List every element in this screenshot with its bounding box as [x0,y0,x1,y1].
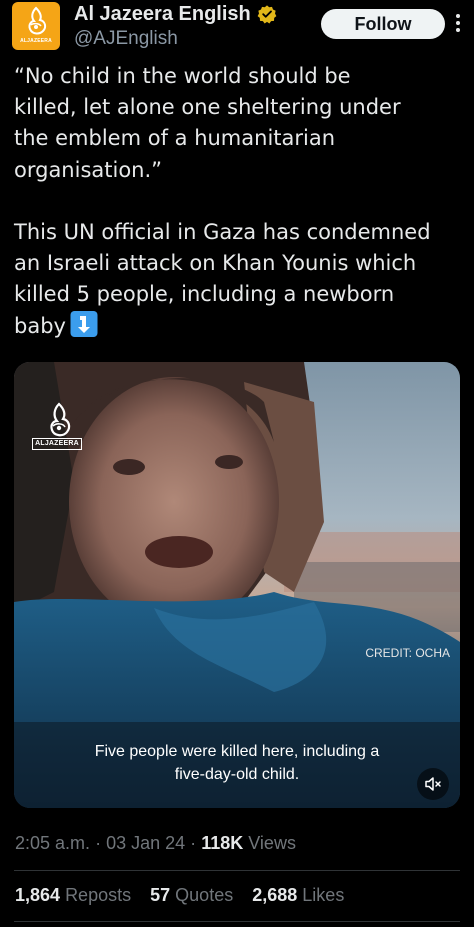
quotes-label: Quotes [175,885,234,905]
tweet-detail-page: ALJAZEERA Al Jazeera English @AJEnglish … [0,0,474,927]
views-label: Views [248,833,296,853]
aljazeera-watermark-text: ALJAZEERA [32,438,82,450]
video-player[interactable]: ALJAZEERA CREDIT: OCHA Five people were … [14,362,460,808]
quotes-stat[interactable]: 57 Quotes [150,885,233,905]
tweet-text: “No child in the world should be killed,… [14,61,460,342]
likes-count: 2,688 [252,885,298,905]
reposts-count: 1,864 [15,885,61,905]
divider [14,870,460,871]
meta-separator: · [95,833,102,853]
avatar-text: ALJAZEERA [20,38,52,44]
reposts-stat[interactable]: 1,864 Reposts [15,885,131,905]
speaker-muted-icon [425,777,441,791]
author-handle[interactable]: @AJEnglish [74,28,277,50]
video-credit: CREDIT: OCHA [365,646,450,660]
arrow-down-icon [70,310,98,337]
views-count: 118K [201,833,244,853]
likes-stat[interactable]: 2,688 Likes [252,885,344,905]
tweet-stats: 1,864 Reposts 57 Quotes 2,688 Likes [15,885,358,906]
tweet-time[interactable]: 2:05 a.m. [15,833,90,853]
follow-button[interactable]: Follow [321,9,445,39]
meta-separator: · [190,833,197,853]
likes-label: Likes [302,885,345,905]
verified-badge-icon[interactable] [257,4,277,24]
tweet-text-content: “No child in the world should be killed,… [14,64,431,338]
reposts-label: Reposts [65,885,132,905]
author-display-name[interactable]: Al Jazeera English [74,3,251,26]
video-subtitle: Five people were killed here, including … [94,743,380,783]
tweet-date[interactable]: 03 Jan 24 [106,833,185,853]
quotes-count: 57 [150,885,171,905]
author-info: Al Jazeera English @AJEnglish [74,2,277,50]
tweet-meta: 2:05 a.m. · 03 Jan 24 · 118K Views [15,833,296,854]
mute-button[interactable] [417,768,449,800]
author-name-row: Al Jazeera English [74,2,277,26]
more-options-icon[interactable] [454,12,462,34]
divider [14,921,460,922]
avatar[interactable]: ALJAZEERA [12,2,60,50]
tweet-header: ALJAZEERA Al Jazeera English @AJEnglish … [12,0,462,60]
